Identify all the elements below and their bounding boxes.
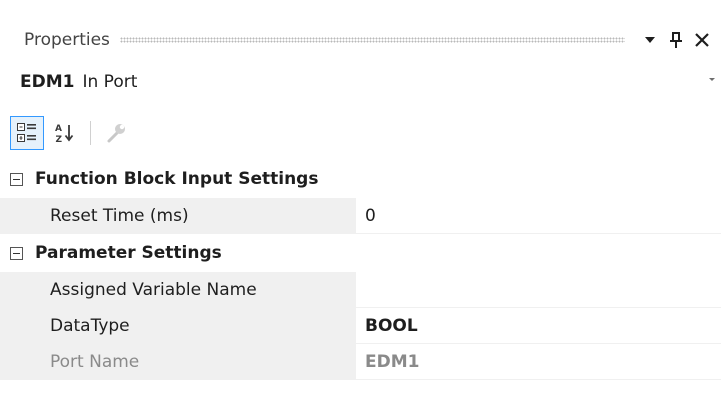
row-gutter (0, 344, 40, 379)
collapse-icon[interactable] (10, 172, 23, 186)
row-gutter (0, 308, 40, 343)
property-pages-icon (107, 124, 125, 143)
properties-toolbar: A Z (10, 112, 210, 154)
auto-hide-button[interactable] (663, 27, 689, 53)
category-function-block-input-settings[interactable]: Function Block Input Settings (0, 160, 721, 198)
property-value[interactable] (357, 272, 721, 307)
chevron-down-icon (645, 37, 655, 43)
categorized-view-icon (17, 123, 36, 142)
property-row-reset-time[interactable]: Reset Time (ms) 0 (0, 198, 721, 234)
category-label: Function Block Input Settings (35, 169, 319, 189)
row-gutter (0, 272, 40, 307)
svg-text:A: A (55, 124, 62, 134)
object-selector[interactable]: EDM1 In Port (6, 62, 721, 102)
categorized-button[interactable] (10, 116, 44, 150)
collapse-icon[interactable] (10, 246, 23, 260)
alphabetical-button[interactable]: A Z (48, 116, 82, 150)
property-name: Port Name (40, 344, 357, 379)
close-button[interactable] (689, 27, 715, 53)
alphabetical-sort-icon: A Z (55, 124, 74, 144)
pin-icon (670, 32, 682, 48)
category-label: Parameter Settings (35, 243, 222, 263)
svg-text:Z: Z (56, 135, 63, 144)
toolbar-separator (90, 121, 91, 145)
property-row-port-name[interactable]: Port Name EDM1 (0, 344, 721, 380)
property-value[interactable]: 0 (357, 198, 721, 233)
property-value[interactable]: BOOL (357, 308, 721, 343)
property-name: Reset Time (ms) (40, 198, 357, 233)
panel-title: Properties (24, 30, 110, 50)
panel-title-bar: Properties (0, 20, 721, 60)
property-value: EDM1 (357, 344, 721, 379)
close-icon (695, 33, 709, 47)
property-row-datatype[interactable]: DataType BOOL (0, 308, 721, 344)
selected-object-name: EDM1 (20, 72, 75, 92)
property-grid: Function Block Input Settings Reset Time… (0, 160, 721, 380)
category-parameter-settings[interactable]: Parameter Settings (0, 234, 721, 272)
property-name: Assigned Variable Name (40, 272, 357, 307)
selected-object-type: In Port (82, 72, 138, 92)
property-name: DataType (40, 308, 357, 343)
property-row-assigned-variable-name[interactable]: Assigned Variable Name (0, 272, 721, 308)
selector-dropdown-icon[interactable] (709, 78, 715, 81)
row-gutter (0, 198, 40, 233)
drag-grip[interactable] (119, 37, 625, 43)
property-pages-button[interactable] (99, 116, 133, 150)
properties-panel: Properties EDM1 In Port A Z Function Blo… (0, 0, 721, 394)
window-position-button[interactable] (637, 27, 663, 53)
